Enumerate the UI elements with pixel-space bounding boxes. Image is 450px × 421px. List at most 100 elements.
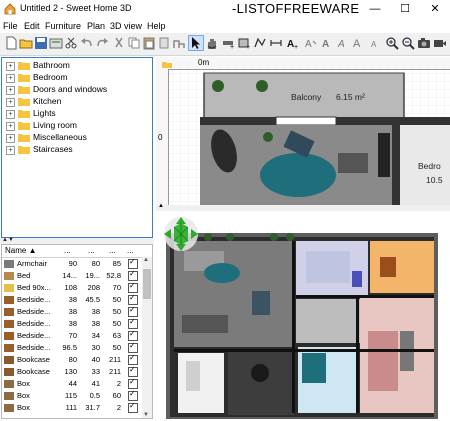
table-row[interactable]: Bedside... 38 45.5 50: [2, 293, 141, 306]
create-video-icon[interactable]: [433, 36, 447, 50]
expand-icon[interactable]: +: [6, 98, 15, 107]
room-name-bedroom[interactable]: Bedro: [418, 161, 441, 171]
table-row[interactable]: Bedside... 38 38 50: [2, 317, 141, 330]
column-header-visible[interactable]: ...: [127, 246, 134, 255]
visible-checkbox[interactable]: [128, 365, 138, 377]
table-row[interactable]: Bedside... 38 38 50: [2, 305, 141, 318]
italic-icon[interactable]: A: [336, 36, 350, 50]
table-row[interactable]: Box 111 31.7 2: [2, 401, 141, 414]
new-icon[interactable]: [4, 36, 18, 50]
redo-icon[interactable]: [95, 36, 109, 50]
add-furniture-icon[interactable]: [172, 36, 186, 50]
catalog-category-lights[interactable]: + Lights: [2, 108, 152, 120]
expand-icon[interactable]: +: [6, 146, 15, 155]
paste-icon[interactable]: [142, 36, 156, 50]
3d-navigation-arrows-icon[interactable]: [162, 215, 200, 253]
visible-checkbox[interactable]: [128, 329, 138, 341]
menu-3d-view[interactable]: 3D view: [110, 21, 142, 31]
room-area-bedroom[interactable]: 10.5: [426, 175, 443, 185]
visible-checkbox[interactable]: [128, 377, 138, 389]
expand-arrow-icon[interactable]: ▼: [8, 237, 14, 243]
bold-icon[interactable]: A: [320, 36, 334, 50]
scroll-up-icon[interactable]: ▲: [143, 257, 149, 263]
table-row[interactable]: Armchair 90 80 85: [2, 257, 141, 270]
expand-icon[interactable]: +: [6, 122, 15, 131]
lock-base-plan-icon[interactable]: [162, 60, 172, 68]
undo-icon[interactable]: [80, 36, 94, 50]
cut-icon[interactable]: [64, 36, 78, 50]
minimize-button[interactable]: —: [360, 0, 390, 19]
copy-icon[interactable]: [127, 36, 141, 50]
table-row[interactable]: Box 115 0.5 60: [2, 389, 141, 402]
catalog-category-bedroom[interactable]: + Bedroom: [2, 72, 152, 84]
maximize-button[interactable]: ☐: [390, 0, 420, 19]
catalog-category-staircases[interactable]: + Staircases: [2, 144, 152, 156]
create-photo-icon[interactable]: [417, 36, 431, 50]
create-dimensions-icon[interactable]: [269, 36, 283, 50]
preferences-icon[interactable]: [49, 36, 63, 50]
table-row[interactable]: Bed 14... 19... 52.8: [2, 269, 141, 282]
column-header-width[interactable]: ...: [64, 246, 71, 255]
modify-text-style-icon[interactable]: A: [304, 36, 318, 50]
collapse-arrow-icon[interactable]: ▲: [158, 203, 164, 209]
open-icon[interactable]: [19, 36, 33, 50]
menu-furniture[interactable]: Furniture: [45, 21, 81, 31]
catalog-category-doors-and-windows[interactable]: + Doors and windows: [2, 84, 152, 96]
column-header-name[interactable]: Name ▲: [5, 246, 36, 255]
catalog-category-living-room[interactable]: + Living room: [2, 120, 152, 132]
create-walls-icon[interactable]: +: [221, 36, 235, 50]
room-area-balcony[interactable]: 6.15 m²: [336, 92, 365, 102]
table-row[interactable]: Bed 90x... 108 208 70: [2, 281, 141, 294]
3d-house-render[interactable]: [156, 211, 450, 419]
create-polylines-icon[interactable]: [253, 36, 267, 50]
close-button[interactable]: ✕: [420, 0, 450, 19]
expand-icon[interactable]: +: [6, 74, 15, 83]
visible-checkbox[interactable]: [128, 281, 138, 293]
catalog-category-bathroom[interactable]: + Bathroom: [2, 60, 152, 72]
visible-checkbox[interactable]: [128, 317, 138, 329]
cut2-icon[interactable]: [112, 36, 126, 50]
furniture-catalog-tree[interactable]: + Bathroom + Bedroom + Doors and windows…: [1, 57, 153, 238]
table-row[interactable]: Bedside... 96.5 30 50: [2, 341, 141, 354]
visible-checkbox[interactable]: [128, 401, 138, 413]
select-icon[interactable]: [188, 35, 204, 51]
increase-text-icon[interactable]: A: [352, 36, 366, 50]
visible-checkbox[interactable]: [128, 353, 138, 365]
menu-plan[interactable]: Plan: [87, 21, 105, 31]
add-text-icon[interactable]: A +: [285, 36, 299, 50]
visible-checkbox[interactable]: [128, 257, 138, 269]
zoom-in-icon[interactable]: [385, 36, 399, 50]
menu-help[interactable]: Help: [147, 21, 166, 31]
expand-icon[interactable]: +: [6, 86, 15, 95]
catalog-category-miscellaneous[interactable]: + Miscellaneous: [2, 132, 152, 144]
zoom-out-icon[interactable]: [401, 36, 415, 50]
table-row[interactable]: Bookcase 130 33 211: [2, 365, 141, 378]
furniture-list-table[interactable]: Name ▲ ... ... ... ... Armchair908085Bed…: [1, 244, 153, 419]
visible-checkbox[interactable]: [128, 305, 138, 317]
expand-icon[interactable]: +: [6, 134, 15, 143]
menu-file[interactable]: File: [3, 21, 18, 31]
menu-edit[interactable]: Edit: [24, 21, 40, 31]
visible-checkbox[interactable]: [128, 293, 138, 305]
vertical-scrollbar[interactable]: ▲ ▼: [142, 257, 152, 418]
table-row[interactable]: Bedside... 70 34 63: [2, 329, 141, 342]
expand-icon[interactable]: +: [6, 110, 15, 119]
table-row[interactable]: Box 44 41 2: [2, 377, 141, 390]
column-header-height[interactable]: ...: [109, 246, 116, 255]
create-rooms-icon[interactable]: +: [237, 36, 251, 50]
column-header-depth[interactable]: ...: [88, 246, 95, 255]
visible-checkbox[interactable]: [128, 389, 138, 401]
expand-icon[interactable]: +: [6, 62, 15, 71]
plan-view[interactable]: 0m 0 Balcony 6.15 m² Bedro 10.5: [156, 57, 450, 205]
table-row[interactable]: Bookcase 80 40 211: [2, 353, 141, 366]
paste-style-icon[interactable]: [157, 36, 171, 50]
room-name-balcony[interactable]: Balcony: [291, 92, 321, 102]
catalog-category-kitchen[interactable]: + Kitchen: [2, 96, 152, 108]
save-icon[interactable]: [34, 36, 48, 50]
scroll-down-icon[interactable]: ▼: [143, 412, 149, 418]
3d-view[interactable]: [156, 211, 450, 419]
scrollbar-thumb[interactable]: [143, 269, 151, 299]
pan-icon[interactable]: [205, 36, 219, 50]
visible-checkbox[interactable]: [128, 341, 138, 353]
visible-checkbox[interactable]: [128, 269, 138, 281]
